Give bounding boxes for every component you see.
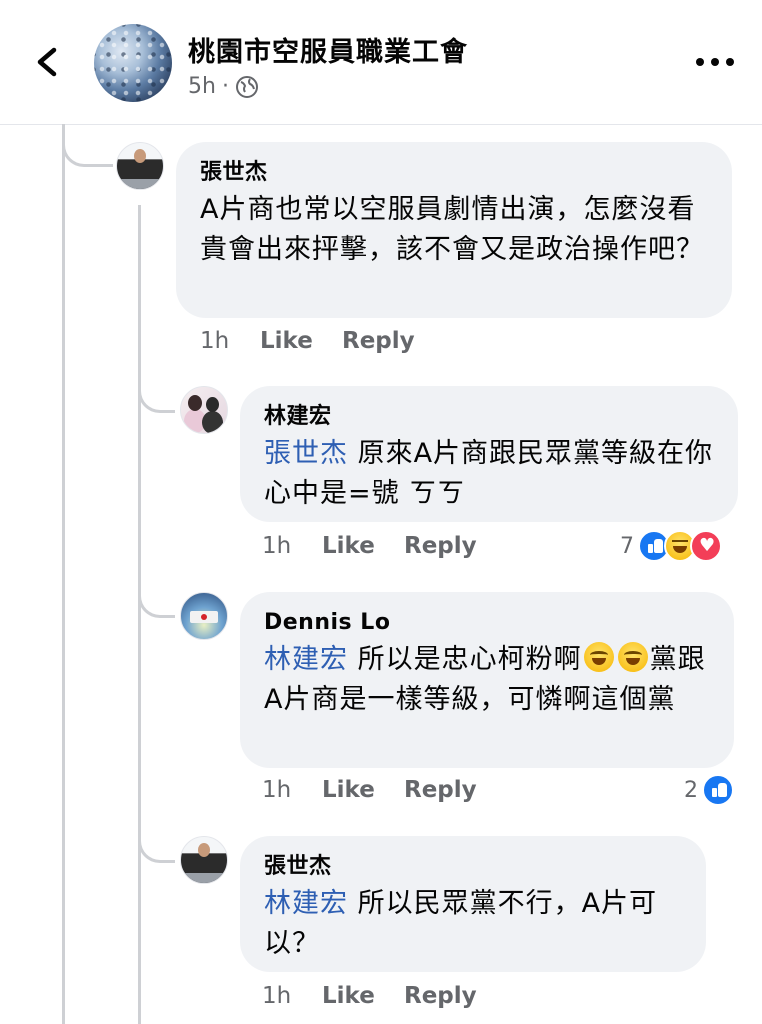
post-time[interactable]: 5h (188, 74, 216, 99)
reaction-summary[interactable]: 2 (684, 774, 734, 806)
comment-actions: 1h Like Reply (262, 777, 477, 803)
tears-of-joy-emoji-icon (583, 642, 614, 672)
comment-author[interactable]: 張世杰 (200, 158, 708, 188)
reply-button[interactable]: Reply (342, 328, 415, 354)
thread-connector (138, 560, 175, 618)
avatar[interactable] (180, 386, 228, 434)
thread-line-inner (138, 205, 141, 1024)
avatar[interactable] (116, 142, 164, 190)
back-arrow-icon[interactable] (28, 42, 68, 82)
reaction-count: 7 (620, 533, 634, 559)
thread-connector (62, 124, 113, 167)
comment-actions: 1h Like Reply (262, 983, 477, 1009)
comment-time[interactable]: 1h (262, 777, 322, 803)
more-options-icon[interactable] (694, 55, 736, 69)
mention-link[interactable]: 林建宏 (264, 888, 348, 919)
comment-bubble: 林建宏 張世杰 原來A片商跟民眾黨等級在你心中是=號 ㄎㄎ (240, 386, 738, 522)
post-header: 桃園市空服員職業工會 5h · (0, 0, 762, 125)
comment-body: 所以是忠心柯粉啊 (348, 644, 582, 675)
post-meta: 5h · (188, 74, 259, 99)
comment-text: 林建宏 所以是忠心柯粉啊 黨跟A片商是一樣等級，可憐啊這個黨 (264, 640, 710, 720)
thread-line-outer (62, 124, 65, 1024)
like-reaction-icon (702, 774, 734, 806)
love-reaction-icon (690, 530, 722, 562)
comment-author[interactable]: Dennis Lo (264, 608, 710, 638)
comment-text: A片商也常以空服員劇情出演，怎麼沒看貴會出來抨擊，該不會又是政治操作吧？ (200, 194, 704, 265)
like-button[interactable]: Like (322, 533, 404, 559)
comment-author[interactable]: 林建宏 (264, 402, 714, 432)
reaction-summary[interactable]: 7 (620, 530, 722, 562)
like-button[interactable]: Like (260, 328, 342, 354)
comment-bubble: 張世杰 林建宏 所以民眾黨不行，A片可以？ (240, 836, 706, 972)
mention-link[interactable]: 張世杰 (264, 438, 348, 469)
comment-actions: 1h Like Reply (200, 328, 415, 354)
like-button[interactable]: Like (322, 777, 404, 803)
meta-separator: · (221, 74, 229, 99)
comment-text: 張世杰 原來A片商跟民眾黨等級在你心中是=號 ㄎㄎ (264, 434, 714, 514)
comment-bubble: Dennis Lo 林建宏 所以是忠心柯粉啊 黨跟A片商是一樣等級，可憐啊這個黨 (240, 592, 734, 768)
thread-connector (138, 805, 175, 863)
reply-button[interactable]: Reply (404, 533, 477, 559)
page-title[interactable]: 桃園市空服員職業工會 (188, 30, 468, 69)
comment-time[interactable]: 1h (262, 983, 322, 1009)
tears-of-joy-emoji-icon (617, 642, 648, 672)
thread-connector (138, 350, 175, 413)
like-button[interactable]: Like (322, 983, 404, 1009)
comment-author[interactable]: 張世杰 (264, 852, 682, 882)
comment-time[interactable]: 1h (200, 328, 260, 354)
reaction-count: 2 (684, 777, 698, 803)
avatar[interactable] (180, 836, 228, 884)
comment-actions: 1h Like Reply (262, 533, 477, 559)
reply-button[interactable]: Reply (404, 777, 477, 803)
mention-link[interactable]: 林建宏 (264, 644, 348, 675)
avatar[interactable] (180, 592, 228, 640)
page-avatar[interactable] (94, 24, 172, 102)
comment-time[interactable]: 1h (262, 533, 322, 559)
comment-bubble: 張世杰 A片商也常以空服員劇情出演，怎麼沒看貴會出來抨擊，該不會又是政治操作吧？ (176, 142, 732, 318)
reply-button[interactable]: Reply (404, 983, 477, 1009)
comment-text: 林建宏 所以民眾黨不行，A片可以？ (264, 884, 682, 964)
globe-icon (235, 75, 258, 98)
